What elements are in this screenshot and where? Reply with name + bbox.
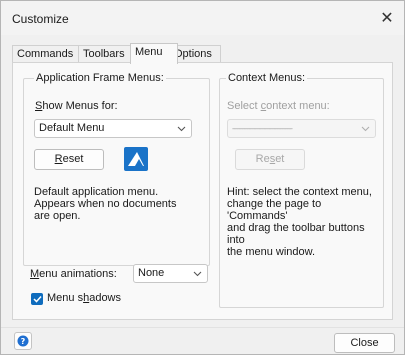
tab-toolbars[interactable]: Toolbars <box>78 45 134 63</box>
customize-dialog: Customize ✕ Commands Toolbars Menu Optio… <box>0 0 405 355</box>
reset-context-menu-button[interactable]: Reset <box>235 149 305 170</box>
menu-animations-select[interactable]: None <box>133 264 208 283</box>
reset-app-menu-button[interactable]: Reset <box>34 149 104 170</box>
select-context-menu-label: Select context menu: <box>227 100 330 112</box>
tab-menu[interactable]: Menu <box>130 43 178 64</box>
context-menus-label: Context Menus: <box>226 72 308 84</box>
chevron-down-icon <box>193 266 202 283</box>
show-menus-for-select[interactable]: Default Menu <box>34 119 192 138</box>
menu-shadows-checkbox[interactable] <box>31 293 43 305</box>
application-frame-menus-group: Application Frame Menus: Show Menus for:… <box>23 72 210 266</box>
title-bar: Customize ✕ <box>1 1 404 35</box>
svg-text:?: ? <box>21 337 26 346</box>
show-menus-for-label: Show Menus for: <box>35 100 118 112</box>
select-context-menu-select[interactable]: ------------------------------------ <box>227 119 376 138</box>
menu-tab-panel: Application Frame Menus: Show Menus for:… <box>12 62 393 320</box>
menu-animations-label: Menu animations: <box>30 268 117 280</box>
chevron-down-icon <box>177 121 186 138</box>
context-menus-group: Context Menus: Select context menu: ----… <box>219 72 384 308</box>
app-menu-description: Default application menu. Appears when n… <box>34 186 177 222</box>
show-menus-for-value: Default Menu <box>39 122 105 134</box>
menu-animations-value: None <box>138 267 165 279</box>
checkmark-icon <box>32 295 42 303</box>
menu-shadows-label: Menu shadows <box>47 292 121 304</box>
footer-divider <box>1 327 404 328</box>
tab-commands[interactable]: Commands <box>12 45 79 63</box>
close-window-icon[interactable]: ✕ <box>376 7 398 29</box>
select-context-menu-value: ------------------------------------ <box>232 124 293 133</box>
application-frame-menus-label: Application Frame Menus: <box>34 72 166 84</box>
app-logo-icon <box>124 147 148 171</box>
window-title: Customize <box>12 12 69 26</box>
chevron-down-icon <box>361 121 370 138</box>
help-icon[interactable]: ? <box>14 332 32 350</box>
context-menu-hint: Hint: select the context menu, change th… <box>227 186 372 258</box>
close-button[interactable]: Close <box>334 333 395 353</box>
